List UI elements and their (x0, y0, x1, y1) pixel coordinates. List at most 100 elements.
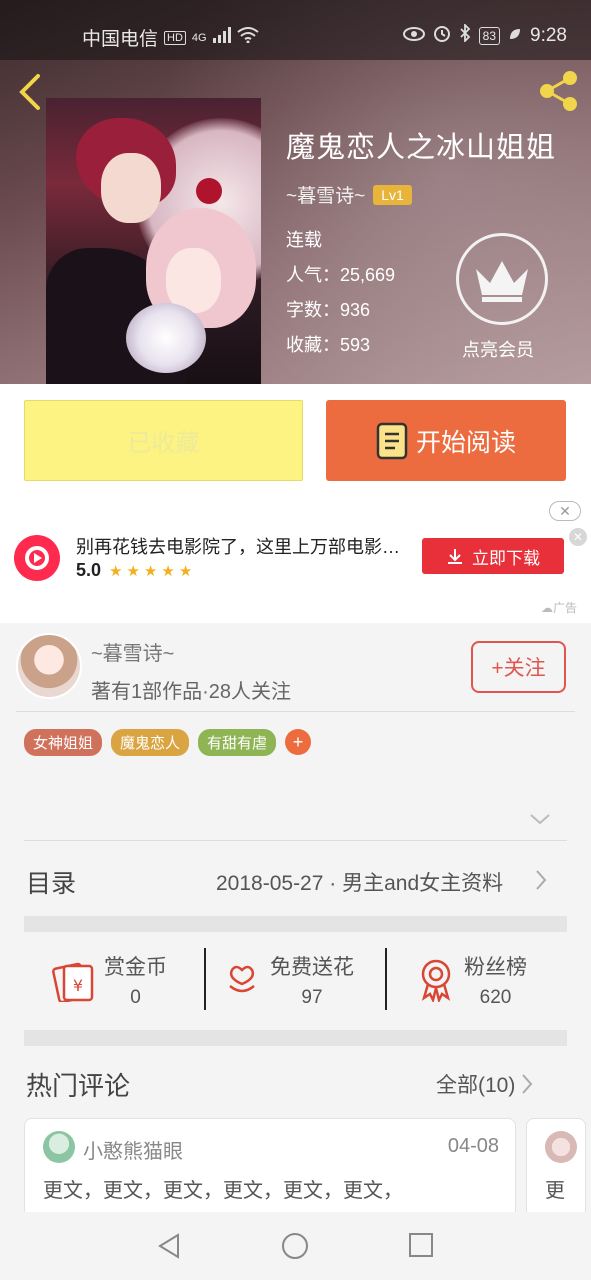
flowers-value: 97 (301, 987, 323, 1008)
ad-banner[interactable]: ✕ ✕ 别再花钱去电影院了，这里上万部电影免费看 5.0 ★★★★★ 立即下载 … (0, 497, 591, 623)
eye-icon (402, 25, 425, 47)
vip-button[interactable] (456, 233, 548, 325)
battery-level: 83 (478, 27, 501, 45)
author-avatar[interactable] (16, 633, 82, 699)
svg-text:¥: ¥ (73, 976, 83, 995)
level-badge: Lv1 (373, 184, 412, 205)
book-favorites: 收藏：593 (286, 335, 371, 355)
cloud-icon: ☁ (541, 601, 553, 615)
ad-tag: ☁广告 (541, 599, 577, 616)
book-popularity: 人气：25,669 (286, 265, 396, 285)
divider (385, 948, 387, 1010)
leaf-icon (508, 25, 522, 47)
book-title: 魔鬼恋人之冰山姐姐 (286, 132, 557, 164)
fan-ranking-stat[interactable]: 粉丝榜 620 (416, 932, 527, 1028)
comment-card[interactable]: 小憨熊猫眼 04-08 更文，更文，更文，更文，更文，更文， (24, 1118, 516, 1218)
chevron-down-icon (530, 814, 550, 825)
nav-recents-button[interactable] (408, 1232, 434, 1263)
back-arrow-icon (19, 74, 40, 110)
author-name[interactable]: ~暮雪诗~ (91, 637, 174, 666)
all-comments-link[interactable]: 全部(10) (436, 1069, 533, 1099)
all-comments-label: 全部(10) (436, 1074, 516, 1097)
send-flowers-stat[interactable]: 免费送花 97 (222, 932, 354, 1028)
flower-icon (229, 965, 255, 993)
book-author-row[interactable]: ~暮雪诗~ Lv1 (286, 181, 412, 208)
ad-title: 别再花钱去电影院了，这里上万部电影免费看 (76, 537, 416, 557)
reward-value: 0 (130, 987, 141, 1008)
bluetooth-icon (459, 22, 471, 48)
comment-text: 更文，更文，更文，更文，更文，更文， (43, 1180, 403, 1202)
signal-icon (212, 26, 231, 49)
alarm-icon (433, 24, 451, 48)
section-separator (24, 916, 567, 932)
hd-badge: HD (164, 30, 186, 45)
download-icon (448, 549, 462, 564)
share-icon (540, 71, 577, 111)
fans-value: 620 (479, 987, 512, 1008)
ad-rating-value: 5.0 (76, 560, 102, 580)
system-nav-bar (0, 1212, 591, 1280)
commenter-name[interactable]: 小憨熊猫眼 (83, 1135, 183, 1164)
table-of-contents-row[interactable]: 目录 2018-05-27 · 男主and女主资料 (0, 840, 591, 916)
commenter-avatar[interactable] (43, 1131, 75, 1163)
book-icon (376, 422, 408, 459)
divider (16, 711, 575, 712)
ad-download-label: 立即下载 (472, 548, 540, 568)
wifi-icon (236, 26, 259, 49)
carrier-label: 中国电信 (82, 29, 159, 50)
favorite-label: 已收藏 (127, 430, 200, 457)
action-bar: 已收藏 开始阅读 (0, 384, 591, 497)
rating-stars-icon: ★★★★★ (109, 562, 197, 580)
reward-label: 赏金币 (104, 956, 167, 979)
book-status: 连载 (286, 230, 322, 250)
tag-item[interactable]: 女神姐姐 (24, 729, 103, 756)
square-recents-icon (409, 1233, 433, 1257)
book-cover-image[interactable] (46, 98, 261, 384)
section-separator (24, 1030, 567, 1046)
chevron-right-icon (534, 868, 548, 897)
author-block: ~暮雪诗~ 著有1部作品·28人关注 +关注 (0, 623, 591, 713)
flowers-label: 免费送花 (270, 956, 354, 979)
hot-comments-title: 热门评论 (26, 1071, 131, 1101)
comment-text: 更 (545, 1180, 565, 1202)
crown-icon (476, 261, 528, 302)
nav-home-button[interactable] (281, 1232, 309, 1265)
book-word-count: 字数：936 (286, 300, 371, 320)
triangle-back-icon (158, 1233, 179, 1259)
tag-item[interactable]: 有甜有虐 (198, 729, 277, 756)
comment-date: 04-08 (447, 1135, 499, 1157)
status-bar: 中国电信 HD 4G 83 9:28 (0, 0, 591, 60)
favorite-button[interactable]: 已收藏 (24, 400, 303, 481)
circle-home-icon (282, 1233, 308, 1259)
reward-coins-stat[interactable]: ¥ 赏金币 0 (52, 932, 167, 1028)
tag-item[interactable]: 魔鬼恋人 (111, 729, 190, 756)
nav-back-button[interactable] (156, 1232, 182, 1265)
start-reading-button[interactable]: 开始阅读 (326, 400, 566, 481)
support-stats: ¥ 赏金币 0 免费送花 97 粉丝榜 620 (24, 932, 567, 1028)
medal-icon (421, 959, 451, 1002)
clock-time: 9:28 (530, 25, 567, 46)
ad-tag-label: 广告 (553, 601, 578, 615)
red-envelope-icon: ¥ (52, 962, 94, 1002)
ad-close-pill[interactable]: ✕ (549, 501, 581, 521)
toc-title: 目录 (26, 870, 77, 898)
toc-latest-chapter: 2018-05-27 · 男主and女主资料 (216, 872, 504, 895)
ad-app-logo (14, 535, 60, 581)
ad-download-button[interactable]: 立即下载 (422, 538, 564, 574)
back-button[interactable] (16, 72, 46, 117)
ad-dismiss-button[interactable]: ✕ (569, 528, 587, 546)
comment-card[interactable]: 更 (526, 1118, 586, 1218)
follow-button[interactable]: +关注 (471, 641, 566, 693)
expand-button[interactable] (528, 812, 552, 831)
commenter-avatar[interactable] (545, 1131, 577, 1163)
ad-rating: 5.0 ★★★★★ (76, 560, 196, 581)
share-button[interactable] (535, 68, 581, 119)
book-author[interactable]: ~暮雪诗~ (286, 181, 365, 208)
add-tag-button[interactable]: + (285, 729, 312, 755)
tag-list: 女神姐姐 魔鬼恋人 有甜有虐 + (24, 729, 312, 756)
start-reading-label: 开始阅读 (415, 428, 516, 457)
divider (204, 948, 206, 1010)
close-icon: ✕ (559, 502, 571, 519)
vip-label: 点亮会员 (462, 340, 534, 360)
chevron-right-icon (522, 1074, 533, 1094)
